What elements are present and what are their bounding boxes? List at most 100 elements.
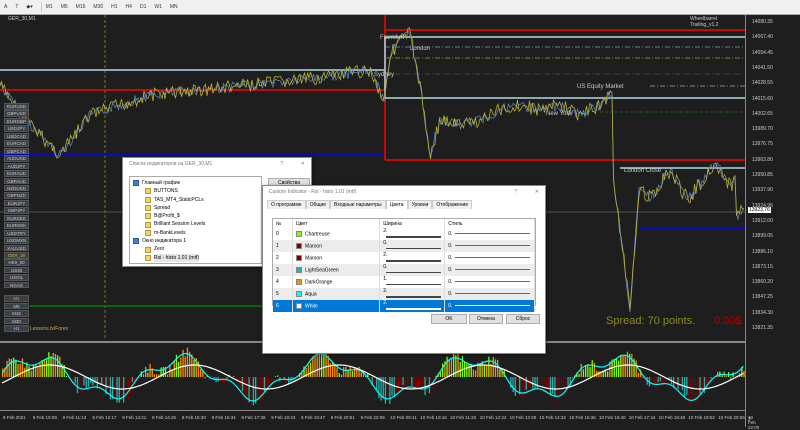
timeframe-w1[interactable]: W1	[150, 2, 166, 12]
symbol-button-gbpnzd[interactable]: GBPNZD	[4, 192, 29, 199]
cancel-button[interactable]: Отмена	[469, 314, 503, 324]
period-button-m30[interactable]: M30	[4, 318, 29, 325]
table-row[interactable]: 3LightSeaGreen0.0.	[273, 264, 535, 276]
tree-item[interactable]: Rsi - histo 1.01 (mtf)	[133, 254, 258, 262]
help-icon[interactable]: ?	[514, 186, 517, 198]
style-cell[interactable]: 0.	[445, 276, 535, 288]
color-cell[interactable]: Maroon	[293, 240, 380, 252]
histogram-bar	[132, 377, 133, 382]
tab-4[interactable]: Уровни	[408, 200, 433, 209]
table-row[interactable]: 6White2.0.	[273, 300, 535, 312]
close-icon[interactable]: ✕	[301, 158, 305, 170]
time-axis: 9 Feb 20219 Feb 10:099 Feb 11:139 Feb 12…	[0, 410, 745, 427]
symbol-button-audusd[interactable]: AUDUSD	[4, 155, 29, 162]
symbol-button-eurnok[interactable]: EURNOK	[4, 222, 29, 229]
histogram-bar	[187, 348, 188, 377]
price-tick: 14002.65	[752, 111, 773, 117]
width-cell[interactable]: 2.	[380, 252, 445, 264]
width-cell[interactable]: 2.	[380, 288, 445, 300]
table-row[interactable]: 2Maroon2.0.	[273, 252, 535, 264]
tree-item[interactable]: TAS_MT4_StaticPCLs	[133, 196, 258, 204]
period-button-m1[interactable]: M1	[4, 295, 29, 302]
style-cell[interactable]: 0.	[445, 252, 535, 264]
symbol-button-ger_30[interactable]: GER_30	[4, 252, 29, 259]
style-cell[interactable]: 0.	[445, 288, 535, 300]
histogram-bar	[565, 377, 566, 395]
color-cell[interactable]: LightSeaGreen	[293, 264, 380, 276]
width-cell[interactable]: 0.	[380, 240, 445, 252]
symbol-button-eursek[interactable]: EURSEK	[4, 215, 29, 222]
symbol-button-eurusd[interactable]: EURUSD	[4, 103, 29, 110]
symbol-button-ngas[interactable]: NGAS	[4, 282, 29, 289]
style-cell[interactable]: 0.	[445, 300, 535, 312]
symbol-button-usdjpy[interactable]: USDJPY	[4, 125, 29, 132]
symbol-button-usdtry[interactable]: USDTRY	[4, 230, 29, 237]
color-cell[interactable]: DarkOrange	[293, 276, 380, 288]
tree-item[interactable]: BUTTONS	[133, 187, 258, 195]
symbol-button-gbpcad[interactable]: GBPCAD	[4, 148, 29, 155]
tree-node-sub-window[interactable]: Окно индикатора 1	[133, 237, 258, 245]
symbol-button-usoil[interactable]: USOIL	[4, 274, 29, 281]
reset-button[interactable]: Сброс	[506, 314, 540, 324]
timeframe-m15[interactable]: M15	[72, 2, 90, 12]
symbol-button-usdcad[interactable]: USDCAD	[4, 133, 29, 140]
symbol-button-gbpjpy[interactable]: GBPJPY	[4, 207, 29, 214]
label-tool-icon[interactable]: T	[11, 2, 22, 12]
symbol-button-euraud[interactable]: EURAUD	[4, 170, 29, 177]
color-cell[interactable]: Aqua	[293, 288, 380, 300]
tree-item[interactable]: B@Profit_$	[133, 212, 258, 220]
timeframe-h4[interactable]: H4	[122, 2, 136, 12]
tree-item[interactable]: Zero	[133, 245, 258, 253]
tab-1[interactable]: Общие	[306, 200, 330, 209]
timeframe-m5[interactable]: M5	[57, 2, 72, 12]
help-icon[interactable]: ?	[280, 158, 283, 170]
symbol-button-xauusd[interactable]: XAUUSD	[4, 245, 29, 252]
width-cell[interactable]: 2.	[380, 300, 445, 312]
shapes-tool-icon[interactable]: ◆▾	[22, 2, 36, 12]
period-button-h1[interactable]: H1	[4, 325, 29, 332]
text-tool-icon[interactable]: A	[0, 2, 11, 12]
symbol-button-gbpusd[interactable]: GBPUSD	[4, 110, 29, 117]
period-button-m15[interactable]: M15	[4, 310, 29, 317]
symbol-button-usdmxn[interactable]: USDMXN	[4, 237, 29, 244]
width-cell[interactable]: 0.	[380, 264, 445, 276]
tree-item[interactable]: m-BankLevels	[133, 229, 258, 237]
symbol-button-nzdusd[interactable]: NZDUSD	[4, 185, 29, 192]
symbol-button-hk0_50[interactable]: HK0_50	[4, 259, 29, 266]
tree-item[interactable]: Brilliant Session Levels	[133, 220, 258, 228]
symbol-button-eurcad[interactable]: EURCAD	[4, 140, 29, 147]
timeframe-d1[interactable]: D1	[136, 2, 150, 12]
symbol-button-us30[interactable]: US30	[4, 267, 29, 274]
table-row[interactable]: 0Chartreuse2.0.	[273, 228, 535, 240]
color-cell[interactable]: Maroon	[293, 252, 380, 264]
color-cell[interactable]: White	[293, 300, 380, 312]
width-value: 2.	[383, 252, 387, 258]
symbol-button-eurjpy[interactable]: EURJPY	[4, 200, 29, 207]
symbol-button-audjpy[interactable]: AUDJPY	[4, 163, 29, 170]
tree-node-main-chart[interactable]: Главный график	[133, 179, 258, 187]
symbol-button-eurgbp[interactable]: EURGBP	[4, 118, 29, 125]
timeframe-m1[interactable]: M1	[42, 2, 57, 12]
ok-button[interactable]: OK	[431, 314, 467, 324]
style-cell[interactable]: 0.	[445, 228, 535, 240]
timeframe-h1[interactable]: H1	[107, 2, 121, 12]
tab-5[interactable]: Отображение	[432, 200, 472, 209]
table-row[interactable]: 5Aqua2.0.	[273, 288, 535, 300]
color-cell[interactable]: Chartreuse	[293, 228, 380, 240]
tab-3[interactable]: Цвета	[386, 200, 408, 209]
histogram-bar	[554, 377, 555, 396]
tab-0[interactable]: О программе	[267, 200, 306, 209]
style-cell[interactable]: 0.	[445, 264, 535, 276]
width-cell[interactable]: 1.	[380, 276, 445, 288]
timeframe-m30[interactable]: M30	[89, 2, 107, 12]
period-button-m5[interactable]: M5	[4, 303, 29, 310]
tab-2[interactable]: Входные параметры	[330, 200, 386, 209]
close-icon[interactable]: ✕	[535, 186, 539, 198]
tree-item[interactable]: Spread	[133, 204, 258, 212]
table-row[interactable]: 4DarkOrange1.0.	[273, 276, 535, 288]
symbol-button-gbpaud[interactable]: GBPAUD	[4, 178, 29, 185]
width-cell[interactable]: 2.	[380, 228, 445, 240]
style-cell[interactable]: 0.	[445, 240, 535, 252]
timeframe-mn[interactable]: MN	[166, 2, 182, 12]
table-row[interactable]: 1Maroon0.0.	[273, 240, 535, 252]
